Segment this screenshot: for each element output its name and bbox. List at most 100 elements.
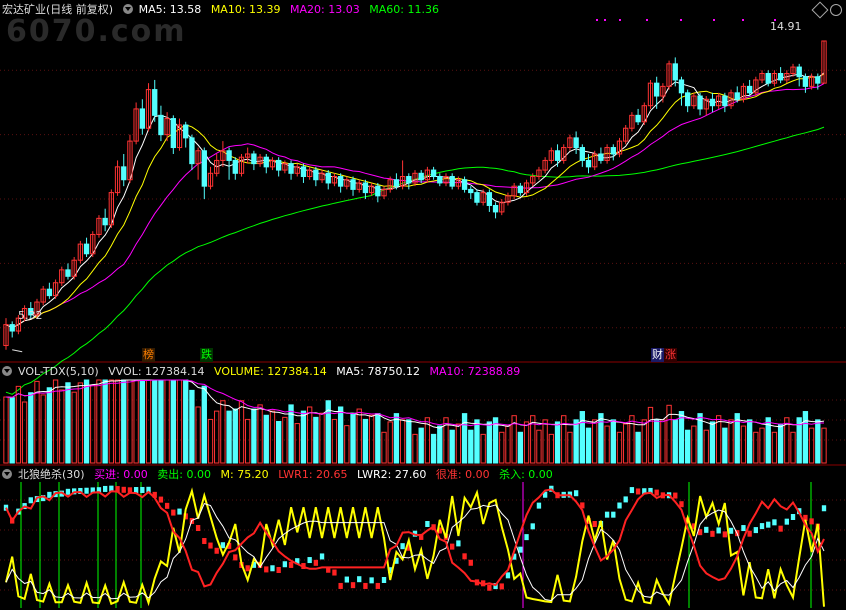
candle-body <box>300 166 307 178</box>
vol-dropdown-icon[interactable] <box>2 366 12 376</box>
m-step <box>140 486 145 493</box>
m-step <box>338 582 343 589</box>
ma20-label: MA20: 13.03 <box>290 3 360 16</box>
m-step <box>425 521 430 527</box>
lwr1-line <box>5 487 825 607</box>
m-step <box>617 502 622 509</box>
m-step <box>784 518 789 525</box>
m-step <box>363 582 368 589</box>
volume-bar <box>15 385 22 464</box>
candle-body <box>201 150 207 187</box>
m-step <box>809 518 814 525</box>
circle-icon[interactable] <box>830 4 842 16</box>
sha-label: 杀入: 0.00 <box>499 468 553 481</box>
ind-dropdown-icon[interactable] <box>2 469 12 479</box>
volume-bar <box>164 379 170 464</box>
volume-bar <box>672 419 678 464</box>
m-step <box>344 576 350 583</box>
candle-body <box>635 114 641 123</box>
candle-body <box>585 159 592 168</box>
candle-body <box>777 73 784 81</box>
m-step <box>629 487 635 494</box>
volume-bar <box>245 418 251 464</box>
candle-body <box>362 182 369 194</box>
candle-body <box>765 73 771 84</box>
m-step <box>728 527 734 534</box>
volume-bar <box>77 382 84 464</box>
signal-dot <box>596 19 598 21</box>
volume-bar <box>21 401 28 464</box>
volume-bar <box>337 406 344 464</box>
volume-bar <box>523 421 530 464</box>
volume-bar <box>158 379 164 464</box>
m-step <box>171 509 176 516</box>
m-step <box>307 557 312 564</box>
m-step <box>158 496 164 503</box>
tag-zhang[interactable]: 涨 <box>664 348 677 362</box>
candle-body <box>437 176 443 184</box>
volume-bar <box>96 379 102 464</box>
volume-bar <box>127 379 133 464</box>
dropdown-icon[interactable] <box>122 4 133 14</box>
volume-bar <box>418 427 424 464</box>
candle-body <box>65 269 71 277</box>
signal-dot <box>742 19 744 21</box>
volume-bar <box>313 416 319 464</box>
volume-bar <box>145 379 152 464</box>
candle-body <box>654 82 660 97</box>
volume-bar <box>567 431 573 464</box>
volume-bar <box>393 413 400 464</box>
main-title: 宏达矿业(日线 前复权) <box>2 3 114 16</box>
signal-dot <box>646 19 648 21</box>
volume-bar <box>517 431 524 464</box>
volume-bar <box>412 433 418 464</box>
m-step <box>202 538 207 545</box>
candle-body <box>796 66 802 78</box>
m-step <box>47 491 52 498</box>
volume-bar <box>189 389 195 464</box>
candle-body <box>83 243 90 255</box>
m-step <box>214 547 219 554</box>
candle-body <box>449 176 455 187</box>
hen-label: 很准: 0.00 <box>435 468 490 481</box>
candle-body <box>232 159 238 174</box>
tag-bang[interactable]: 榜 <box>142 348 155 362</box>
volume-bar <box>121 379 127 464</box>
volume-bar <box>722 427 728 464</box>
main-header: 宏达矿业(日线 前复权) MA5: 13.58 MA10: 13.39 MA20… <box>2 2 445 18</box>
tag-die[interactable]: 跌 <box>200 348 213 362</box>
candle-body <box>468 188 474 194</box>
vol-ma10-label: MA10: 72388.89 <box>429 365 521 378</box>
m-step <box>654 489 659 496</box>
volume-bar <box>399 419 406 464</box>
volume-bar <box>59 389 65 464</box>
candle-body <box>734 92 740 100</box>
candle-body <box>102 217 108 226</box>
m-step <box>400 543 405 550</box>
candle-body <box>406 176 412 184</box>
volume-bar <box>263 414 269 464</box>
tag-cai[interactable]: 财 <box>651 348 664 362</box>
m-step <box>270 565 275 572</box>
m-step <box>747 530 752 537</box>
m-step <box>530 523 535 530</box>
watermark: 6070.com <box>6 14 187 49</box>
candle-body <box>598 153 604 161</box>
volume-bar <box>808 427 815 464</box>
volume-bar <box>691 425 697 464</box>
volume-bar <box>71 391 77 464</box>
signal-dot <box>713 19 715 21</box>
volume-bar <box>592 419 598 464</box>
signal-dot <box>604 19 606 21</box>
volume-bar <box>616 431 623 464</box>
m-step <box>573 490 579 497</box>
candle-body <box>709 98 716 107</box>
volume-bar <box>641 419 647 464</box>
m-step <box>821 505 827 512</box>
volume-bar <box>746 419 753 464</box>
volume-bar <box>542 419 548 464</box>
ind-title: 北狼绝杀(30) <box>18 468 85 481</box>
vol-ma5-label: MA5: 78750.12 <box>336 365 420 378</box>
volume-bar <box>108 379 115 464</box>
ma5-label: MA5: 13.58 <box>138 3 202 16</box>
